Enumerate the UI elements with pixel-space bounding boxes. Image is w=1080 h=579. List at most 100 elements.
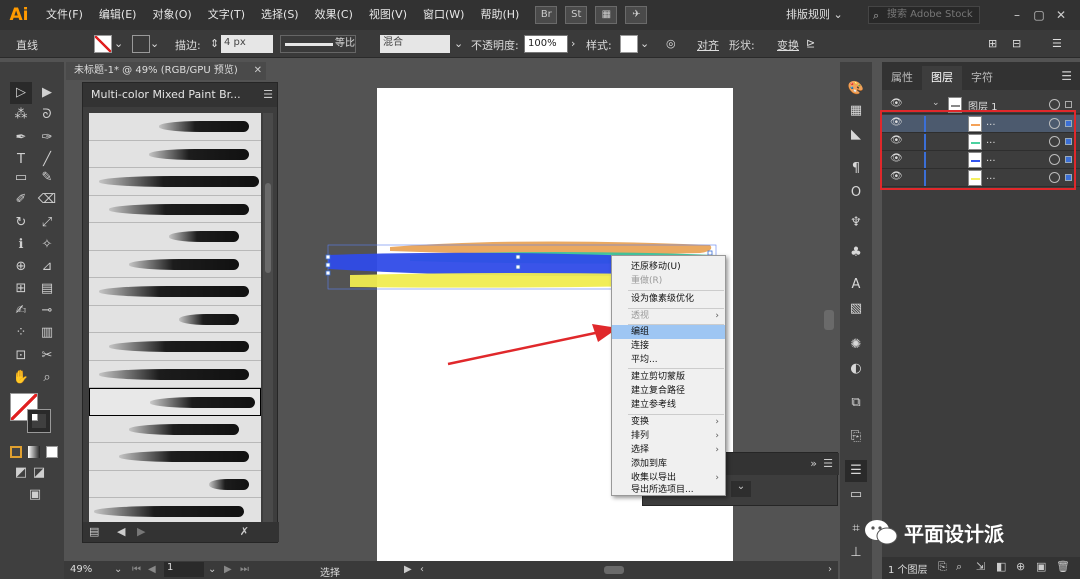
selection-tool-icon[interactable]: ▷: [10, 82, 32, 104]
scale-tool-icon[interactable]: ⤢: [36, 212, 58, 234]
gradient-tool-icon[interactable]: ▤: [36, 278, 58, 300]
ctx-export-selection[interactable]: 导出所选项目...: [612, 483, 725, 497]
align-objects-icon[interactable]: ⊟: [1012, 37, 1021, 50]
transform-options-icon[interactable]: ⊵: [806, 37, 815, 50]
perspective-grid-tool-icon[interactable]: ⊿: [36, 256, 58, 278]
eyedropper-tool-icon[interactable]: ✍: [10, 300, 32, 322]
opentype-icon[interactable]: O: [845, 182, 867, 204]
new-sublayer-icon[interactable]: ⊕: [1016, 560, 1025, 573]
stroke-panel-icon[interactable]: ▭: [845, 484, 867, 506]
rotate-tool-icon[interactable]: ↻: [10, 212, 32, 234]
menu-type[interactable]: 文字(T): [200, 0, 253, 30]
menu-edit[interactable]: 编辑(E): [91, 0, 145, 30]
brush-row[interactable]: [89, 415, 261, 443]
color-palette-icon[interactable]: 🎨: [845, 78, 867, 100]
ctx-average[interactable]: 平均...: [612, 353, 725, 367]
brush-row[interactable]: [89, 168, 261, 196]
glyphs-icon[interactable]: A: [845, 274, 867, 296]
workspace-layout-icon[interactable]: ▦: [595, 6, 618, 24]
brush-dropdown-icon[interactable]: ⌄: [454, 37, 463, 50]
appearance-icon[interactable]: ✺: [845, 334, 867, 356]
opacity-arrow-icon[interactable]: ›: [571, 37, 575, 50]
close-icon[interactable]: ✕: [1052, 6, 1070, 24]
new-layer-icon[interactable]: ▣: [1036, 560, 1046, 573]
zoom-dropdown-icon[interactable]: ⌄: [114, 564, 122, 575]
transparency-icon[interactable]: ◐: [845, 358, 867, 380]
transform-link[interactable]: 变换: [777, 37, 799, 53]
brush-list-scrollbar[interactable]: [263, 113, 273, 523]
search-layers-icon[interactable]: ⌕: [956, 560, 962, 574]
puppet-warp-tool-icon[interactable]: ✧: [36, 234, 58, 256]
brush-row[interactable]: [89, 250, 261, 278]
asset-export-icon[interactable]: ⎘: [845, 426, 867, 448]
ctx-join[interactable]: 连接: [612, 339, 725, 353]
zoom-tool-icon[interactable]: ⌕: [36, 367, 58, 389]
column-graph-tool-icon[interactable]: ▥: [36, 322, 58, 344]
next-artboard-icon[interactable]: ▶: [224, 564, 232, 575]
expand-panel-icon[interactable]: »: [810, 457, 817, 470]
ctx-redo[interactable]: 重做(R): [612, 274, 725, 288]
workspace-switcher[interactable]: 排版规则 ⌄: [786, 6, 843, 22]
lasso-tool-icon[interactable]: ᘐ: [36, 104, 58, 126]
pen-tool-icon[interactable]: ✒: [10, 127, 32, 149]
last-artboard-icon[interactable]: ⏭: [240, 564, 249, 575]
vscroll-thumb[interactable]: [824, 310, 834, 330]
close-document-icon[interactable]: ✕: [254, 62, 262, 80]
swatches-icon[interactable]: ▦: [845, 100, 867, 122]
artboard-dropdown-icon[interactable]: ⌄: [208, 564, 216, 575]
ctx-perspective[interactable]: 透视 ›: [612, 309, 725, 323]
first-artboard-icon[interactable]: ⏮: [132, 564, 141, 575]
curvature-tool-icon[interactable]: ✑: [36, 127, 58, 149]
brush-row[interactable]: [89, 498, 261, 523]
gradient-panel-icon[interactable]: ◣: [845, 124, 867, 146]
hscroll-left-icon[interactable]: ‹: [420, 564, 424, 575]
brush-row[interactable]: [89, 443, 261, 471]
stock-button[interactable]: St: [565, 6, 588, 24]
shaper-tool-icon[interactable]: ✐: [10, 189, 32, 211]
menu-view[interactable]: 视图(V): [361, 0, 415, 30]
rectangle-tool-icon[interactable]: ▭: [10, 167, 32, 189]
ctx-add-to-library[interactable]: 添加到库: [612, 457, 725, 471]
menu-object[interactable]: 对象(O): [144, 0, 199, 30]
brush-definition-field[interactable]: 混合: [380, 35, 450, 53]
menu-file[interactable]: 文件(F): [38, 0, 91, 30]
locate-object-icon[interactable]: ⎘: [938, 560, 947, 574]
ctx-make-compound-path[interactable]: 建立复合路径: [612, 384, 725, 398]
stock-search-input[interactable]: ⌕ 搜索 Adobe Stock: [868, 6, 980, 24]
draw-behind-icon[interactable]: ◪: [28, 462, 50, 484]
menu-select[interactable]: 选择(S): [253, 0, 307, 30]
hscroll-thumb[interactable]: [604, 566, 624, 574]
graphic-style-swatch[interactable]: [620, 35, 638, 53]
mesh-tool-icon[interactable]: ⊞: [10, 278, 32, 300]
clipping-mask-icon[interactable]: ◧: [996, 560, 1006, 573]
restore-icon[interactable]: ▢: [1030, 6, 1048, 24]
stroke-color-icon[interactable]: [27, 409, 51, 433]
next-library-icon[interactable]: ▶: [137, 525, 145, 538]
fill-dropdown-icon[interactable]: ⌄: [114, 37, 123, 50]
layer-target-icon[interactable]: [1049, 99, 1060, 110]
control-menu-icon[interactable]: ☰: [1052, 37, 1062, 50]
paragraph-icon[interactable]: ¶: [845, 158, 867, 180]
symbols-icon[interactable]: ♣: [845, 242, 867, 264]
gradient-mode-icon[interactable]: [28, 446, 40, 458]
delete-layer-icon[interactable]: 🗑: [1056, 560, 1070, 573]
status-arrow-icon[interactable]: ▶: [404, 564, 412, 575]
panel-dropdown-icon[interactable]: ⌄: [731, 481, 751, 497]
ctx-arrange[interactable]: 排列 ›: [612, 429, 725, 443]
minimize-icon[interactable]: –: [1008, 6, 1026, 24]
magic-wand-tool-icon[interactable]: ⁂: [10, 104, 32, 126]
screen-mode-icon[interactable]: ▣: [24, 484, 46, 506]
panel-menu-icon[interactable]: ☰: [263, 83, 273, 107]
stroke-dropdown-icon[interactable]: ⌄: [150, 37, 159, 50]
align-panel-icon[interactable]: ☰: [845, 460, 867, 482]
visibility-eye-icon[interactable]: 👁: [890, 98, 903, 109]
slice-tool-icon[interactable]: ✂: [36, 345, 58, 367]
menu-effect[interactable]: 效果(C): [307, 0, 361, 30]
tab-character[interactable]: 字符: [962, 66, 1002, 90]
blend-tool-icon[interactable]: ⊸: [36, 300, 58, 322]
graphic-styles-icon[interactable]: ▧: [845, 298, 867, 320]
recolor-icon[interactable]: ◎: [666, 37, 676, 50]
layer-selection-indicator[interactable]: [1065, 101, 1072, 108]
arrange-documents-icon[interactable]: ⊞: [988, 37, 997, 50]
document-tab[interactable]: 未标题-1* @ 49% (RGB/GPU 预览) ✕: [66, 62, 266, 80]
